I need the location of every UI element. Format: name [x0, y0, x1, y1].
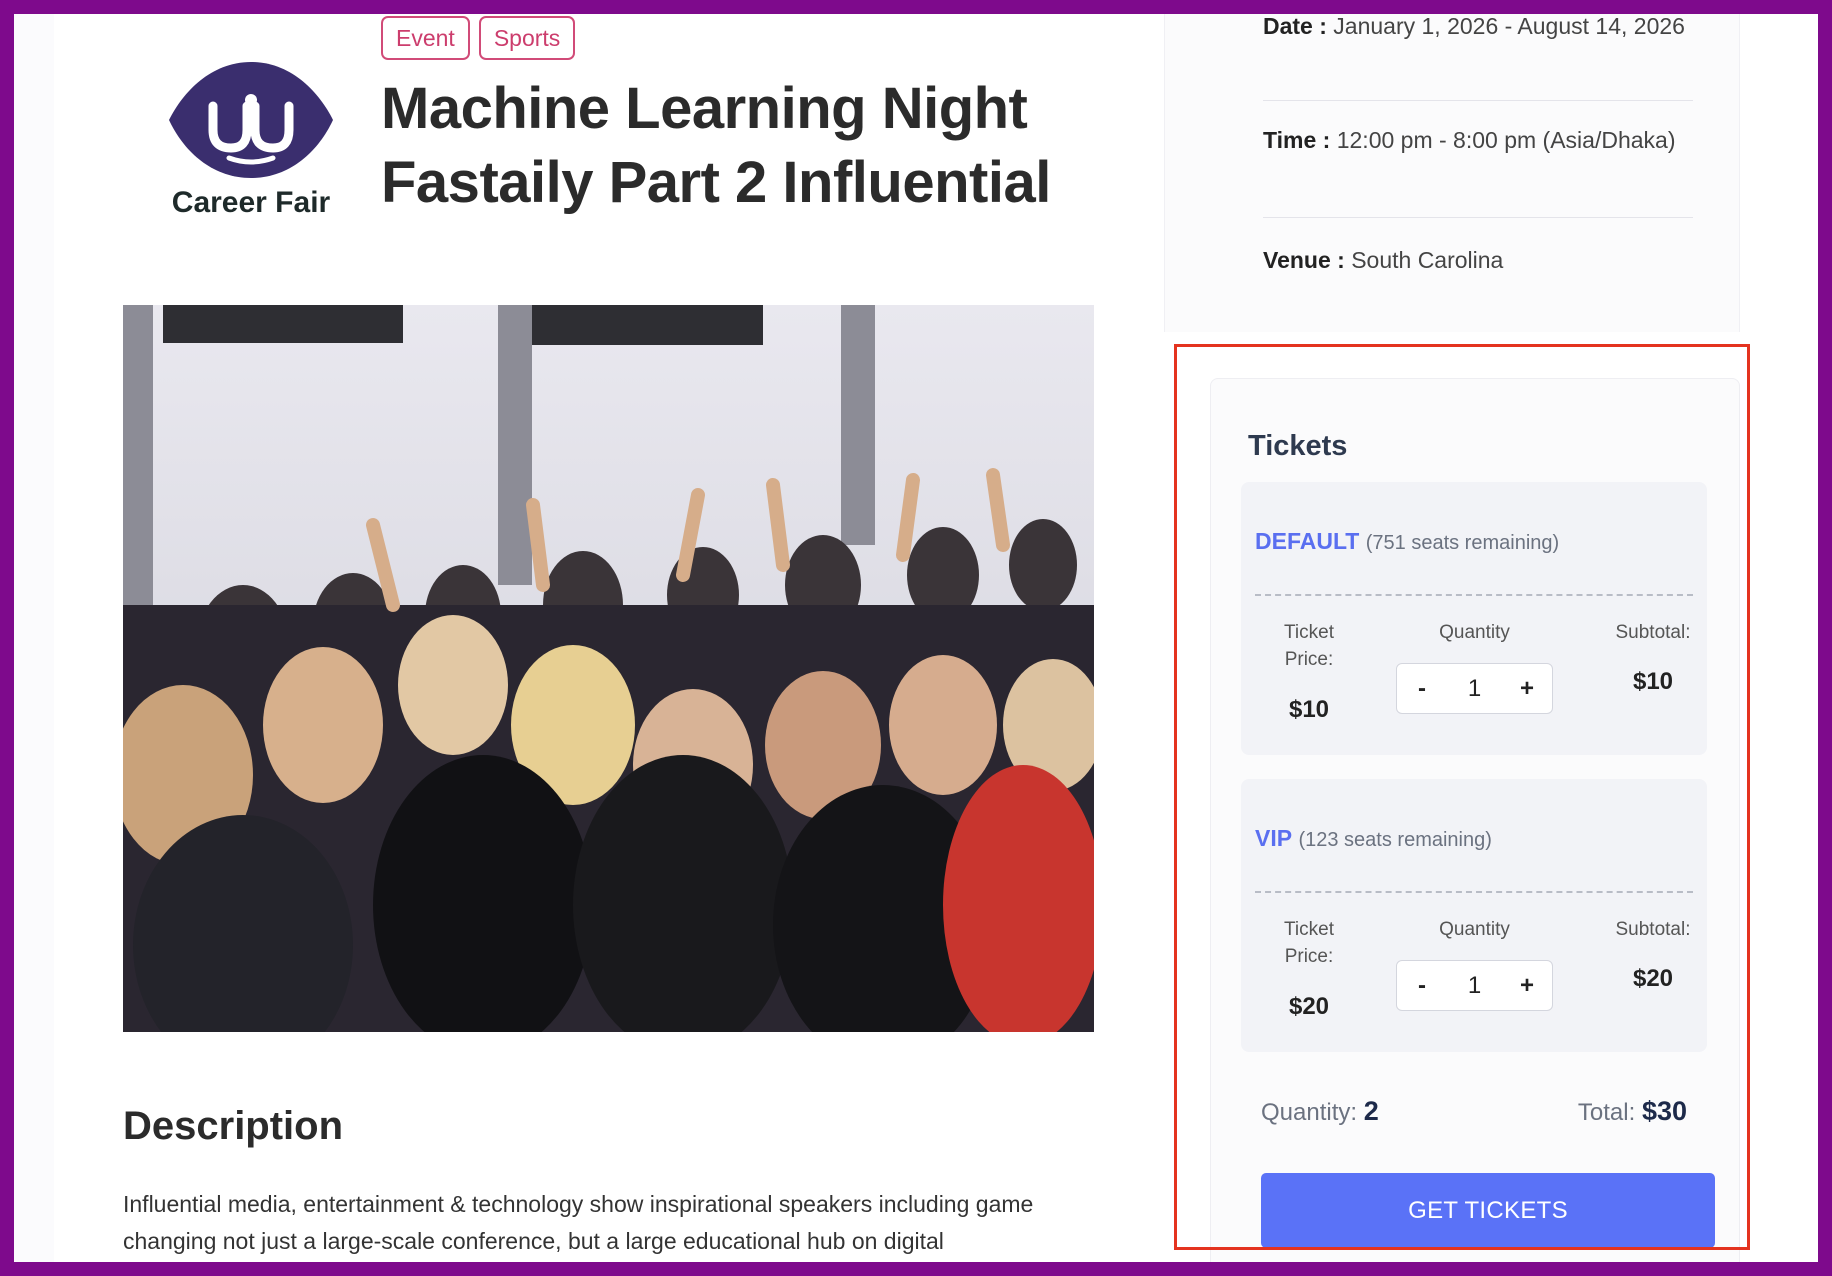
event-info-card: Date : January 1, 2026 - August 14, 2026… [1164, 14, 1740, 332]
date-label: Date : [1263, 14, 1327, 39]
highlight-box [1174, 344, 1750, 1250]
time-label: Time : [1263, 127, 1331, 153]
info-time: Time : 12:00 pm - 8:00 pm (Asia/Dhaka) [1263, 122, 1693, 159]
tag-sports[interactable]: Sports [478, 16, 576, 60]
description-text: Influential media, entertainment & techn… [123, 1191, 1034, 1254]
page-frame: Event Sports Career Fair Machine Learnin… [14, 14, 1818, 1262]
description-title: Description [123, 1104, 344, 1148]
tag-event[interactable]: Event [381, 16, 470, 60]
career-fair-logo-icon [169, 62, 333, 178]
event-hero-image [123, 305, 1094, 1032]
time-value: 12:00 pm - 8:00 pm (Asia/Dhaka) [1336, 127, 1676, 153]
date-value: January 1, 2026 - August 14, 2026 [1333, 14, 1685, 39]
info-date: Date : January 1, 2026 - August 14, 2026 [1263, 14, 1693, 45]
venue-value: South Carolina [1351, 247, 1504, 273]
info-venue: Venue : South Carolina [1263, 242, 1693, 279]
audience-photo-icon [123, 305, 1094, 1032]
venue-label: Venue : [1263, 247, 1345, 273]
info-divider [1263, 217, 1693, 218]
organizer-logo: Career Fair [151, 54, 351, 229]
event-title: Machine Learning Night Fastaily Part 2 I… [381, 76, 1051, 215]
info-divider [1263, 100, 1693, 101]
left-gutter [14, 14, 54, 1262]
event-tags: Event Sports [381, 16, 576, 60]
logo-text: Career Fair [171, 186, 331, 219]
